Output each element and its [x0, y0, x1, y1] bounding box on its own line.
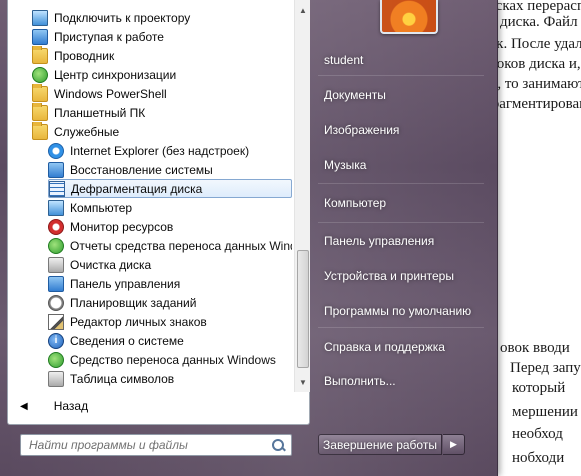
program-item[interactable]: Восстановление системы — [48, 160, 292, 179]
program-label: Отчеты средства переноса данных Wind — [70, 238, 292, 253]
program-item[interactable]: Планировщик заданий — [48, 293, 292, 312]
program-item[interactable]: Проводник — [32, 46, 292, 65]
program-item[interactable]: Панель управления — [48, 274, 292, 293]
disk-cleanup-icon — [48, 256, 64, 273]
user-picture-icon[interactable] — [380, 0, 438, 34]
program-label: Восстановление системы — [70, 162, 213, 177]
music-link[interactable]: Музыка — [324, 158, 366, 172]
pictures-link[interactable]: Изображения — [324, 123, 399, 137]
search-box[interactable] — [20, 434, 292, 456]
program-label: Сведения о системе — [70, 333, 184, 348]
program-item[interactable]: Очистка диска — [48, 255, 292, 274]
program-label: Планировщик заданий — [70, 295, 197, 310]
program-item[interactable]: Редактор личных знаков — [48, 312, 292, 331]
program-label: Подключить к проектору — [54, 10, 191, 25]
char-editor-icon — [48, 313, 64, 330]
programs-scrollbar[interactable]: ▲ ▼ — [294, 0, 310, 392]
back-label: Назад — [53, 399, 89, 413]
program-label: Приступая к работе — [54, 29, 164, 44]
defrag-icon — [49, 180, 65, 197]
program-label: Центр синхронизации — [54, 67, 177, 82]
program-item[interactable]: Дефрагментация диска — [48, 179, 292, 198]
folder-explorer-icon — [32, 46, 48, 64]
program-item[interactable]: Internet Explorer (без надстроек) — [48, 141, 292, 160]
internet-explorer-icon — [48, 142, 64, 159]
scroll-up-arrow-icon[interactable]: ▲ — [297, 4, 309, 16]
menu-separator — [318, 75, 484, 76]
folder-icon — [32, 122, 48, 140]
program-item[interactable]: Центр синхронизации — [32, 65, 292, 84]
computer-icon — [48, 199, 64, 216]
program-item[interactable]: Windows PowerShell — [32, 84, 292, 103]
program-label: Компьютер — [70, 200, 133, 215]
menu-separator — [318, 327, 484, 328]
program-label: Таблица символов — [70, 371, 175, 386]
document-text-line: Перед запуско — [510, 360, 581, 376]
getting-started-icon — [32, 28, 48, 45]
program-item[interactable]: Отчеты средства переноса данных Wind — [48, 236, 292, 255]
program-label: Очистка диска — [70, 257, 152, 272]
programs-panel: Подключить к проектору Приступая к работе… — [7, 0, 310, 425]
menu-separator — [318, 183, 484, 184]
program-label: Internet Explorer (без надстроек) — [70, 143, 250, 158]
back-arrow-icon: ◀ — [20, 400, 28, 412]
resource-monitor-icon — [48, 218, 64, 235]
documents-link[interactable]: Документы — [324, 88, 386, 102]
devices-printers-link[interactable]: Устройства и принтеры — [324, 269, 454, 283]
document-text-line: нобходи — [512, 450, 565, 466]
shutdown-options-arrow-icon[interactable]: ▶ — [443, 434, 465, 455]
control-panel-icon — [48, 275, 64, 292]
control-panel-link[interactable]: Панель управления — [324, 234, 434, 248]
folder-icon — [32, 103, 48, 121]
search-input[interactable] — [21, 438, 271, 452]
program-label: Служебные — [54, 124, 120, 139]
run-link[interactable]: Выполнить... — [324, 374, 396, 388]
back-button[interactable]: ◀ Назад — [16, 396, 276, 416]
program-label: Планшетный ПК — [54, 105, 146, 120]
document-text-line: диска. Файл или — [500, 14, 581, 30]
document-text-line: овок вводи — [500, 340, 570, 356]
system-restore-icon — [48, 161, 64, 178]
program-item[interactable]: Таблица символов — [48, 369, 292, 388]
program-label: Проводник — [54, 48, 115, 63]
start-menu: Подключить к проектору Приступая к работе… — [0, 0, 498, 476]
transfer-reports-icon — [48, 237, 64, 254]
scroll-down-arrow-icon[interactable]: ▼ — [297, 376, 309, 388]
folder-icon — [32, 84, 48, 102]
program-item[interactable]: Планшетный ПК — [32, 103, 292, 122]
program-label: Windows PowerShell — [54, 86, 167, 101]
program-item[interactable]: i Сведения о системе — [48, 331, 292, 350]
program-item[interactable]: Монитор ресурсов — [48, 217, 292, 236]
user-name-link[interactable]: student — [324, 53, 363, 67]
menu-separator — [318, 222, 484, 223]
program-label: Панель управления — [70, 276, 181, 291]
shutdown-button[interactable]: Завершение работы — [318, 434, 442, 455]
scroll-thumb[interactable] — [297, 250, 309, 368]
easy-transfer-icon — [48, 351, 64, 368]
search-icon[interactable] — [271, 438, 285, 452]
program-label: Дефрагментация диска — [71, 181, 203, 196]
help-support-link[interactable]: Справка и поддержка — [324, 340, 445, 354]
document-text-line: который — [512, 380, 566, 396]
program-label: Редактор личных знаков — [70, 314, 207, 329]
char-map-icon — [48, 370, 64, 387]
document-text-line: мершении — [512, 404, 578, 420]
task-scheduler-icon — [48, 294, 64, 311]
document-text-line: необход — [512, 426, 563, 442]
projector-icon — [32, 9, 48, 26]
default-programs-link[interactable]: Программы по умолчанию — [324, 304, 471, 318]
program-label: Монитор ресурсов — [70, 219, 174, 234]
program-item[interactable]: Подключить к проектору — [32, 8, 292, 27]
program-item[interactable]: Компьютер — [48, 198, 292, 217]
sync-center-icon — [32, 66, 48, 83]
system-info-icon: i — [48, 332, 64, 349]
computer-link[interactable]: Компьютер — [324, 196, 386, 210]
program-item[interactable]: Служебные — [32, 122, 292, 141]
all-programs-list: Подключить к проектору Приступая к работе… — [8, 0, 293, 392]
program-label: Средство переноса данных Windows — [70, 352, 276, 367]
program-item[interactable]: Средство переноса данных Windows — [48, 350, 292, 369]
program-item[interactable]: Приступая к работе — [32, 27, 292, 46]
